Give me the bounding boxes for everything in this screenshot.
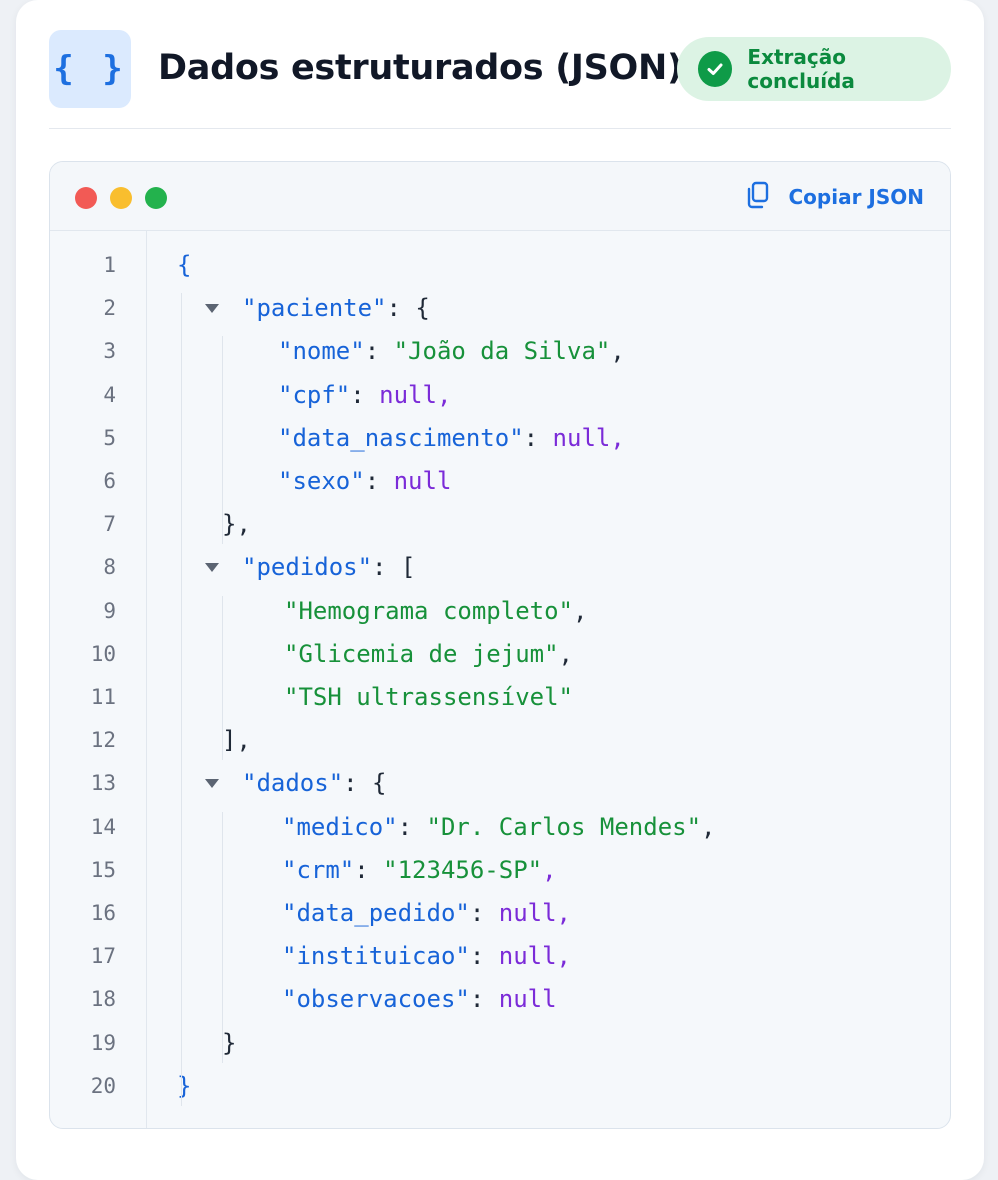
- code-token: :: [364, 467, 394, 495]
- json-viewer[interactable]: Copiar JSON 1 2 3 4 5 6 7 8 9 10 11 12 13 14 15 16 17 18 1…: [49, 161, 951, 1129]
- code-line: "Glicemia de jejum",: [284, 639, 573, 669]
- code-token: "crm": [282, 855, 355, 884]
- code-token: :: [469, 899, 499, 927]
- code-token: :: [354, 855, 384, 884]
- code-line: "observacoes": null: [282, 984, 557, 1014]
- indent-guide: [222, 336, 223, 545]
- code-token: :: [364, 337, 394, 366]
- code-token: {: [177, 251, 192, 279]
- code-line: "TSH ultrassensível": [284, 682, 573, 712]
- code-line: "data_nascimento": null,: [278, 423, 625, 453]
- code-line: ],: [222, 725, 251, 755]
- code-token: "data_nascimento": [278, 423, 524, 452]
- code-token: "medico": [282, 812, 398, 841]
- code-line: "cpf": null,: [278, 380, 451, 410]
- code-token: null: [552, 423, 611, 452]
- code-token: "instituicao": [282, 942, 470, 971]
- code-line: "instituicao": null,: [282, 941, 571, 971]
- code-token: "Hemograma completo": [284, 596, 573, 625]
- code-token: }: [222, 1028, 237, 1057]
- code-token: "TSH ultrassensível": [284, 683, 573, 711]
- code-token: ,: [610, 337, 625, 366]
- code-line: "nome": "João da Silva",: [278, 336, 625, 366]
- code-line: "medico": "Dr. Carlos Mendes",: [282, 812, 716, 842]
- code-line: "crm": "123456-SP",: [282, 855, 557, 885]
- code-token: "pedidos": [242, 553, 373, 582]
- code-token: : [: [372, 553, 416, 582]
- status-label: Extração concluída: [747, 45, 855, 93]
- code-token: null: [498, 942, 557, 971]
- code-token: "observacoes": [282, 985, 470, 1014]
- code-token: "dados": [242, 769, 344, 798]
- code-token: : {: [386, 294, 430, 323]
- header-divider: [49, 128, 951, 129]
- code-token: :: [469, 985, 499, 1014]
- card-header: { } Dados estruturados (JSON) Extração c…: [16, 0, 984, 128]
- code-token: null: [498, 985, 557, 1014]
- page-title: Dados estruturados (JSON): [158, 48, 683, 88]
- code-token: ],: [222, 726, 251, 755]
- braces-icon: { }: [49, 30, 131, 108]
- code-token: ,: [572, 596, 588, 625]
- code-token: :: [523, 423, 553, 452]
- code-token: :: [350, 380, 380, 409]
- code-token: "João da Silva": [393, 337, 611, 366]
- status-badge: Extração concluída: [677, 37, 951, 101]
- code-token: "data_pedido": [282, 899, 470, 927]
- collapse-toggle-icon[interactable]: [205, 563, 219, 573]
- code-line: "sexo": null: [278, 466, 451, 496]
- code-line: {: [177, 250, 191, 280]
- code-token: }: [177, 1071, 192, 1100]
- code-line: }: [177, 1071, 191, 1101]
- code-token: ,: [558, 639, 573, 668]
- check-circle-icon: [698, 51, 733, 87]
- code-line: "data_pedido": null,: [282, 898, 571, 928]
- code-token: ,: [610, 423, 625, 452]
- code-token: "cpf": [278, 380, 351, 409]
- code-token: },: [222, 510, 251, 539]
- code-token: null: [393, 467, 452, 495]
- code-token: "123456-SP": [383, 855, 543, 884]
- indent-guide: [222, 595, 223, 761]
- collapse-toggle-icon[interactable]: [205, 304, 219, 314]
- code-token: null: [379, 380, 437, 409]
- code-line: "dados": {: [242, 768, 387, 798]
- code-area: {"paciente": {"nome": "João da Silva", "c…: [50, 162, 950, 1128]
- code-token: ,: [436, 380, 452, 409]
- code-token: "Dr. Carlos Mendes": [426, 812, 702, 841]
- json-result-card: { } Dados estruturados (JSON) Extração c…: [16, 0, 984, 1180]
- code-token: null: [498, 899, 557, 927]
- code-line: },: [222, 509, 251, 539]
- code-token: :: [469, 942, 499, 971]
- code-token: ,: [556, 899, 571, 927]
- code-line: "pedidos": [: [242, 552, 415, 582]
- collapse-toggle-icon[interactable]: [205, 779, 219, 789]
- code-line: "paciente": {: [242, 293, 430, 323]
- indent-guide: [181, 293, 182, 1106]
- code-line: }: [222, 1028, 236, 1058]
- code-token: "paciente": [242, 294, 387, 323]
- code-token: : {: [343, 769, 387, 798]
- code-token: ,: [556, 942, 571, 971]
- code-token: ,: [701, 812, 716, 841]
- code-line: "Hemograma completo",: [284, 596, 587, 626]
- code-token: ,: [542, 855, 557, 884]
- code-token: :: [397, 812, 427, 841]
- code-token: "nome": [278, 337, 365, 366]
- code-token: "sexo": [278, 467, 365, 495]
- indent-guide: [222, 811, 223, 1063]
- code-token: "Glicemia de jejum": [284, 639, 559, 668]
